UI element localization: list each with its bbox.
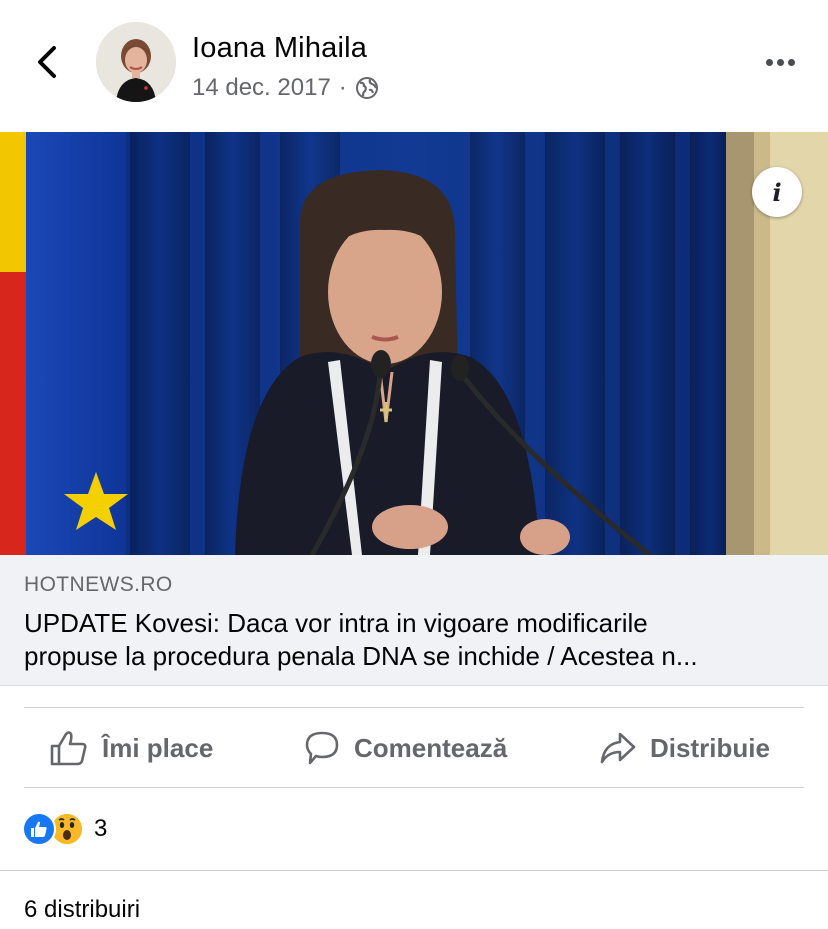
link-title-line-1: UPDATE Kovesi: Daca vor intra in vigoare… [24,608,648,638]
share-label: Distribuie [650,732,770,763]
author-name[interactable]: Ioana Mihaila [192,32,367,65]
divider-shares [0,870,828,871]
comment-button[interactable]: Comentează [304,708,507,788]
more-dots-icon [765,58,773,66]
link-preview[interactable]: HOTNEWS.RO UPDATE Kovesi: Daca vor intra… [0,555,828,686]
thumbs-up-icon [50,731,87,766]
post-date[interactable]: 14 dec. 2017 [192,74,331,102]
link-title: UPDATE Kovesi: Daca vor intra in vigoare… [24,607,814,673]
post-image[interactable] [0,132,828,555]
chevron-left-icon [38,46,56,78]
globe-icon [355,77,378,99]
more-options-button[interactable] [758,50,802,74]
back-button[interactable] [30,42,64,82]
avatar[interactable] [96,22,176,102]
info-icon: i [772,177,782,207]
post-header: Ioana Mihaila 14 dec. 2017 · [0,0,828,132]
link-title-line-2: propuse la procedura penala DNA se inchi… [24,641,698,671]
comment-icon [305,731,339,765]
shares-count[interactable]: 6 distribuiri [24,896,140,924]
info-button[interactable]: i [752,167,802,217]
link-domain: HOTNEWS.RO [24,573,173,596]
share-arrow-icon [600,732,636,764]
post-meta: 14 dec. 2017 · [192,74,379,102]
press-conference-image [0,132,828,555]
like-reaction-icon [22,812,56,846]
comment-label: Comentează [354,732,508,763]
like-button[interactable]: Îmi place [50,708,213,788]
meta-separator: · [338,74,347,101]
reactions-summary[interactable]: 3 [22,808,107,850]
reaction-count: 3 [94,815,108,842]
like-label: Îmi place [102,732,214,763]
action-bar: Îmi place Comentează Distribuie [24,708,804,788]
share-button[interactable]: Distribuie [600,708,770,788]
divider-bottom [24,787,804,788]
